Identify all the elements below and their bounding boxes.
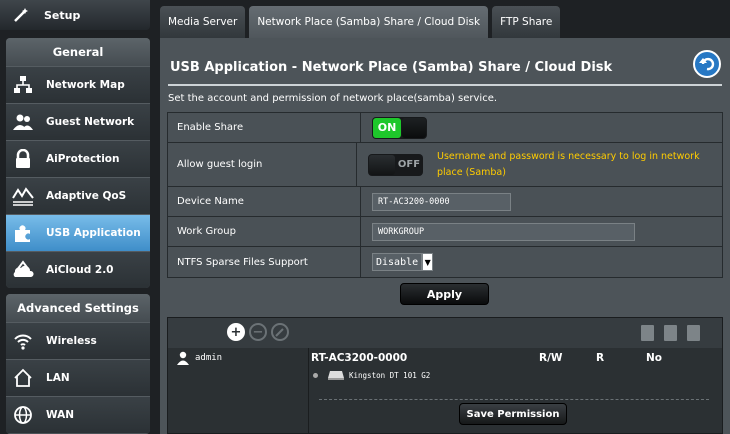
toggle-knob [369, 154, 395, 175]
col-rw: R/W [539, 352, 563, 364]
general-section: General Network Map Guest Network AiProt… [6, 38, 150, 288]
sidebar-item-adaptive-qos[interactable]: Adaptive QoS [6, 177, 150, 214]
setup-label: Setup [44, 8, 81, 22]
sidebar-item-aicloud[interactable]: AiCloud 2.0 [6, 251, 150, 288]
sidebar-item-label: AiCloud 2.0 [46, 264, 114, 276]
guest-login-toggle[interactable]: OFF [368, 153, 423, 176]
sidebar-item-usb-application[interactable]: USB Application [6, 214, 150, 251]
ntfs-select[interactable]: Disable ▼ [372, 253, 434, 271]
toggle-state: ON [373, 117, 401, 138]
enable-share-row: Enable Share ON [168, 113, 722, 143]
device-name-input[interactable]: RT-AC3200-0000 [372, 192, 511, 211]
permission-panel: + − admin RT-AC3200-0000 R/W R No Kingst… [167, 317, 723, 434]
disk-name: Kingston DT 101 G2 [349, 370, 431, 380]
sidebar-item-label: Adaptive QoS [46, 190, 127, 202]
device-name-label: Device Name [168, 187, 361, 216]
back-arrow-icon [699, 57, 715, 71]
guest-login-row: Allow guest login OFF Username and passw… [168, 143, 722, 187]
usb-disk-icon [328, 371, 344, 380]
sidebar-item-label: Network Map [46, 79, 125, 91]
work-group-input[interactable]: WORKGROUP [372, 222, 635, 241]
user-icon [177, 351, 189, 365]
ntfs-label: NTFS Sparse Files Support [168, 247, 361, 277]
add-account-icon[interactable]: + [227, 323, 245, 341]
globe-icon [12, 404, 34, 426]
edit-account-icon[interactable] [271, 323, 289, 341]
back-button[interactable] [693, 50, 721, 78]
sidebar-item-wan[interactable]: WAN [6, 396, 150, 433]
home-icon [12, 367, 34, 389]
account-list: admin [168, 348, 309, 434]
edit-folder-icon[interactable] [687, 325, 700, 341]
permission-header: RT-AC3200-0000 R/W R No [311, 352, 721, 364]
guest-network-icon [12, 111, 34, 133]
puzzle-icon [12, 222, 34, 244]
ntfs-select-value: Disable [372, 253, 423, 271]
page-description: Set the account and permission of networ… [168, 93, 498, 104]
sidebar-item-label: USB Application [46, 227, 141, 239]
disk-item[interactable]: Kingston DT 101 G2 [313, 370, 430, 380]
qos-icon [12, 185, 34, 207]
expand-dot-icon [313, 372, 318, 378]
settings-form: Enable Share ON Allow guest login OFF Us… [167, 112, 723, 278]
enable-share-label: Enable Share [168, 113, 361, 142]
ntfs-row: NTFS Sparse Files Support Disable ▼ [168, 247, 722, 277]
sidebar-item-label: Guest Network [46, 116, 135, 128]
permission-toolbar: + − [168, 318, 722, 348]
sidebar-item-label: WAN [46, 409, 75, 421]
save-permission-button[interactable]: Save Permission [459, 403, 567, 425]
sidebar-item-label: Wireless [46, 335, 97, 347]
device-label: RT-AC3200-0000 [311, 352, 408, 364]
advanced-section: Advanced Settings Wireless LAN WAN [6, 294, 150, 434]
guest-login-label: Allow guest login [168, 143, 357, 186]
cloud-icon [12, 259, 34, 281]
wifi-icon [12, 330, 34, 352]
toggle-state: OFF [397, 159, 421, 170]
title-divider [168, 84, 722, 86]
add-folder-icon[interactable] [641, 325, 654, 341]
sidebar-item-network-map[interactable]: Network Map [6, 66, 150, 103]
lock-icon [12, 148, 34, 170]
account-name: admin [195, 353, 223, 363]
sidebar-item-guest-network[interactable]: Guest Network [6, 103, 150, 140]
page-title: USB Application - Network Place (Samba) … [170, 60, 613, 75]
divider [319, 399, 709, 400]
main-panel: USB Application - Network Place (Samba) … [160, 38, 730, 434]
wand-icon [12, 6, 30, 24]
sidebar-item-label: LAN [46, 372, 70, 384]
device-name-row: Device Name RT-AC3200-0000 [168, 187, 722, 217]
col-r: R [596, 352, 605, 364]
tab-media-server[interactable]: Media Server [160, 6, 246, 38]
apply-button[interactable]: Apply [400, 283, 489, 305]
sidebar-item-lan[interactable]: LAN [6, 359, 150, 396]
guest-login-warning: Username and password is necessary to lo… [437, 150, 700, 178]
toggle-knob [402, 117, 426, 138]
sidebar-item-label: AiProtection [46, 153, 120, 165]
tab-samba-share[interactable]: Network Place (Samba) Share / Cloud Disk [249, 6, 489, 38]
remove-account-icon[interactable]: − [249, 323, 267, 341]
account-item-admin[interactable]: admin [168, 348, 308, 368]
enable-share-toggle[interactable]: ON [372, 116, 427, 139]
setup-item[interactable]: Setup [0, 0, 150, 30]
permission-detail: RT-AC3200-0000 R/W R No Kingston DT 101 … [309, 348, 722, 434]
advanced-title: Advanced Settings [6, 294, 150, 322]
sidebar: Setup General Network Map Guest Network … [0, 0, 158, 434]
work-group-label: Work Group [168, 217, 361, 246]
delete-folder-icon[interactable] [664, 325, 677, 341]
chevron-down-icon: ▼ [422, 253, 434, 271]
tab-ftp-share[interactable]: FTP Share [492, 6, 561, 38]
sidebar-item-wireless[interactable]: Wireless [6, 322, 150, 359]
sidebar-item-aiprotection[interactable]: AiProtection [6, 140, 150, 177]
network-map-icon [12, 74, 34, 96]
tab-bar: Media Server Network Place (Samba) Share… [160, 0, 561, 38]
col-no: No [646, 352, 663, 364]
work-group-row: Work Group WORKGROUP [168, 217, 722, 247]
general-title: General [6, 38, 150, 66]
